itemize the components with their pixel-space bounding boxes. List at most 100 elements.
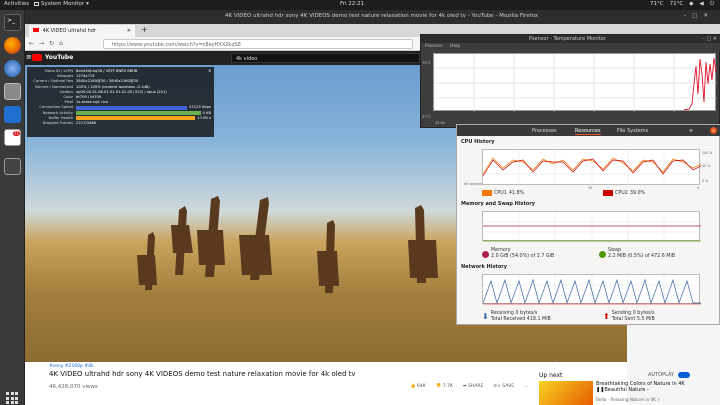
close-window-icon[interactable]: ✕ (710, 127, 717, 134)
youtube-search-input[interactable]: 4k video (231, 53, 420, 63)
thunderbird-icon[interactable] (4, 60, 21, 77)
dislike-count: 7.7K (442, 384, 453, 389)
receiving-value: 0 bytes/s (515, 311, 538, 316)
psensor-menu-psensor[interactable]: Psensor (425, 44, 443, 49)
cpu-history-heading: CPU History (461, 139, 495, 145)
psensor-title: Psensor - Temperature Monitor (529, 36, 606, 42)
up-next-channel: Bella - Relaxing Nature in 4K ✓ (596, 397, 661, 402)
share-button[interactable]: ➦ SHARE (463, 384, 484, 389)
psensor-menubar: Psensor Help (421, 43, 720, 51)
cpu2-color-swatch[interactable] (603, 190, 613, 196)
video-title: 4K VIDEO ultrahd hdr sony 4K VIDEOS demo… (49, 370, 356, 378)
window-controls[interactable]: –□✕ (683, 13, 714, 19)
total-received-value: 418.1 MiB (526, 316, 551, 322)
like-button[interactable]: 👍 64K (410, 384, 426, 389)
view-count: 46,428,070 views (49, 384, 98, 390)
psensor-time-label: 22:02 (435, 121, 446, 125)
search-value: 4k video (236, 56, 258, 62)
psensor-window-controls[interactable]: – □ ✕ (702, 36, 717, 42)
receiving-label: Receiving (490, 311, 514, 316)
swap-pie-icon[interactable] (599, 250, 606, 258)
stats-dropped-row: Dropped Frames 2217/3466 (30, 121, 211, 126)
more-actions-icon[interactable]: … (524, 384, 529, 389)
psensor-window: Psensor - Temperature Monitor – □ ✕ Psen… (420, 34, 720, 128)
files-icon[interactable] (4, 83, 21, 100)
dock: >_ 71 (0, 10, 25, 405)
system-tray[interactable]: 71°C 71°C ◆ ◀ ⏻ (650, 1, 714, 8)
network-activity-bar (76, 111, 201, 116)
window-titlebar: 4K VIDEO ultrahd hdr sony 4K VIDEOS demo… (25, 10, 720, 24)
autoplay-toggle[interactable] (678, 372, 690, 378)
cpu1-legend: CPU1 41.8% (482, 190, 524, 196)
psensor-temp-line (683, 57, 717, 111)
menu-icon[interactable]: ≡ (689, 128, 693, 134)
screenshot-icon[interactable] (4, 106, 21, 123)
tab-file-systems[interactable]: File Systems (617, 128, 648, 134)
total-sent-label: Total Sent (611, 316, 636, 322)
playlist-add-icon: ≡+ (493, 384, 501, 389)
network-history-chart (482, 275, 701, 305)
thumbs-down-icon: 👎 (435, 384, 442, 389)
monitor-icon (34, 2, 39, 6)
memory-history-heading: Memory and Swap History (461, 201, 536, 207)
system-monitor-headerbar: Processes Resources File Systems ≡ ✕ (457, 125, 720, 136)
video-hashtags[interactable]: #sony #2160p #4k (49, 364, 94, 369)
volume-icon: ◀ (699, 1, 704, 7)
tab-processes[interactable]: Processes (532, 128, 557, 134)
system-monitor-window: Processes Resources File Systems ≡ ✕ CPU… (456, 124, 720, 325)
nav-buttons[interactable]: ←→↻⌂ (29, 40, 68, 47)
stats-value: 1s-erase.ug1 nco (76, 100, 108, 105)
psensor-graph (433, 53, 717, 112)
psensor-titlebar: Psensor - Temperature Monitor – □ ✕ (421, 35, 720, 43)
new-tab-button[interactable]: + (141, 25, 148, 34)
gnome-top-bar: Activities System Monitor ▾ Fri 22:21 71… (0, 0, 720, 10)
temp-indicator-2: 71°C (669, 1, 684, 7)
video-actions: 👍 64K 👎 7.7K ➦ SHARE ≡+ SAVE … (410, 384, 529, 389)
close-stats-icon[interactable]: ✕ (208, 68, 211, 73)
update-badge: 71 (13, 131, 21, 136)
close-tab-icon[interactable]: ✕ (127, 28, 131, 34)
youtube-logo[interactable]: YouTube (32, 54, 73, 61)
upload-arrow-icon[interactable]: ⬆ (603, 312, 610, 321)
tab-title: 4K VIDEO ultrahd hdr (42, 28, 97, 34)
url-bar[interactable]: https://www.youtube.com/watch?v=c8eyHXX2… (103, 39, 413, 49)
show-applications-icon[interactable] (6, 392, 18, 404)
psensor-menu-help[interactable]: Help (450, 44, 460, 49)
window-title: 4K VIDEO ultrahd hdr sony 4K VIDEOS demo… (225, 13, 539, 19)
psensor-temperature-chart (434, 54, 717, 112)
app-menu[interactable]: System Monitor ▾ (34, 1, 89, 7)
download-arrow-icon[interactable]: ⬇ (482, 312, 489, 321)
swap-value: 2.2 MiB (0.5%) of 472.6 MiB (608, 254, 676, 259)
up-next-title[interactable]: Breathtaking Colors of Nature in 4K ❚❚Be… (596, 381, 716, 393)
like-count: 64K (417, 384, 426, 389)
clock[interactable]: Fri 22:21 (340, 1, 364, 7)
stats-for-nerds-panel: Video ID / sCPN 8eo4XXJrkq58 / 3ZYF 8NR0 … (27, 67, 214, 137)
power-icon: ⏻ (709, 1, 714, 7)
url-text: https://www.youtube.com/watch?v=c8eyHXX2… (112, 42, 241, 48)
firefox-icon[interactable] (4, 37, 21, 54)
up-next-thumbnail[interactable] (539, 381, 593, 405)
youtube-logo-text: YouTube (45, 54, 74, 61)
terminal-icon[interactable]: >_ (4, 14, 21, 31)
share-icon: ➦ (462, 384, 467, 389)
cpu-history-graph (482, 149, 702, 186)
save-button[interactable]: ≡+ SAVE (493, 384, 514, 389)
cpu-x-end: 0 (697, 186, 700, 190)
autoplay-label: AUTOPLAY (648, 372, 675, 378)
youtube-header: ≡ YouTube 4k video (25, 51, 420, 65)
network-history-heading: Network History (461, 264, 507, 270)
browser-tab[interactable]: 4K VIDEO ultrahd hdr ✕ (29, 25, 135, 37)
tab-resources[interactable]: Resources (575, 128, 601, 135)
cpu-y-50: 50 % (702, 164, 711, 168)
dislike-button[interactable]: 👎 7.7K (436, 384, 453, 389)
system-monitor-icon[interactable] (4, 158, 21, 175)
memory-pie-icon[interactable] (482, 250, 489, 258)
activities-button[interactable]: Activities (4, 1, 29, 7)
share-label: SHARE (468, 384, 484, 389)
cpu1-color-swatch[interactable] (482, 190, 492, 196)
up-next-heading: Up next (539, 372, 563, 379)
psensor-y-bottom: 37°C (422, 115, 431, 119)
cpu1-label: CPU1 (494, 190, 507, 196)
hamburger-menu-icon[interactable]: ≡ (26, 53, 32, 61)
app-menu-label: System Monitor (41, 1, 85, 7)
